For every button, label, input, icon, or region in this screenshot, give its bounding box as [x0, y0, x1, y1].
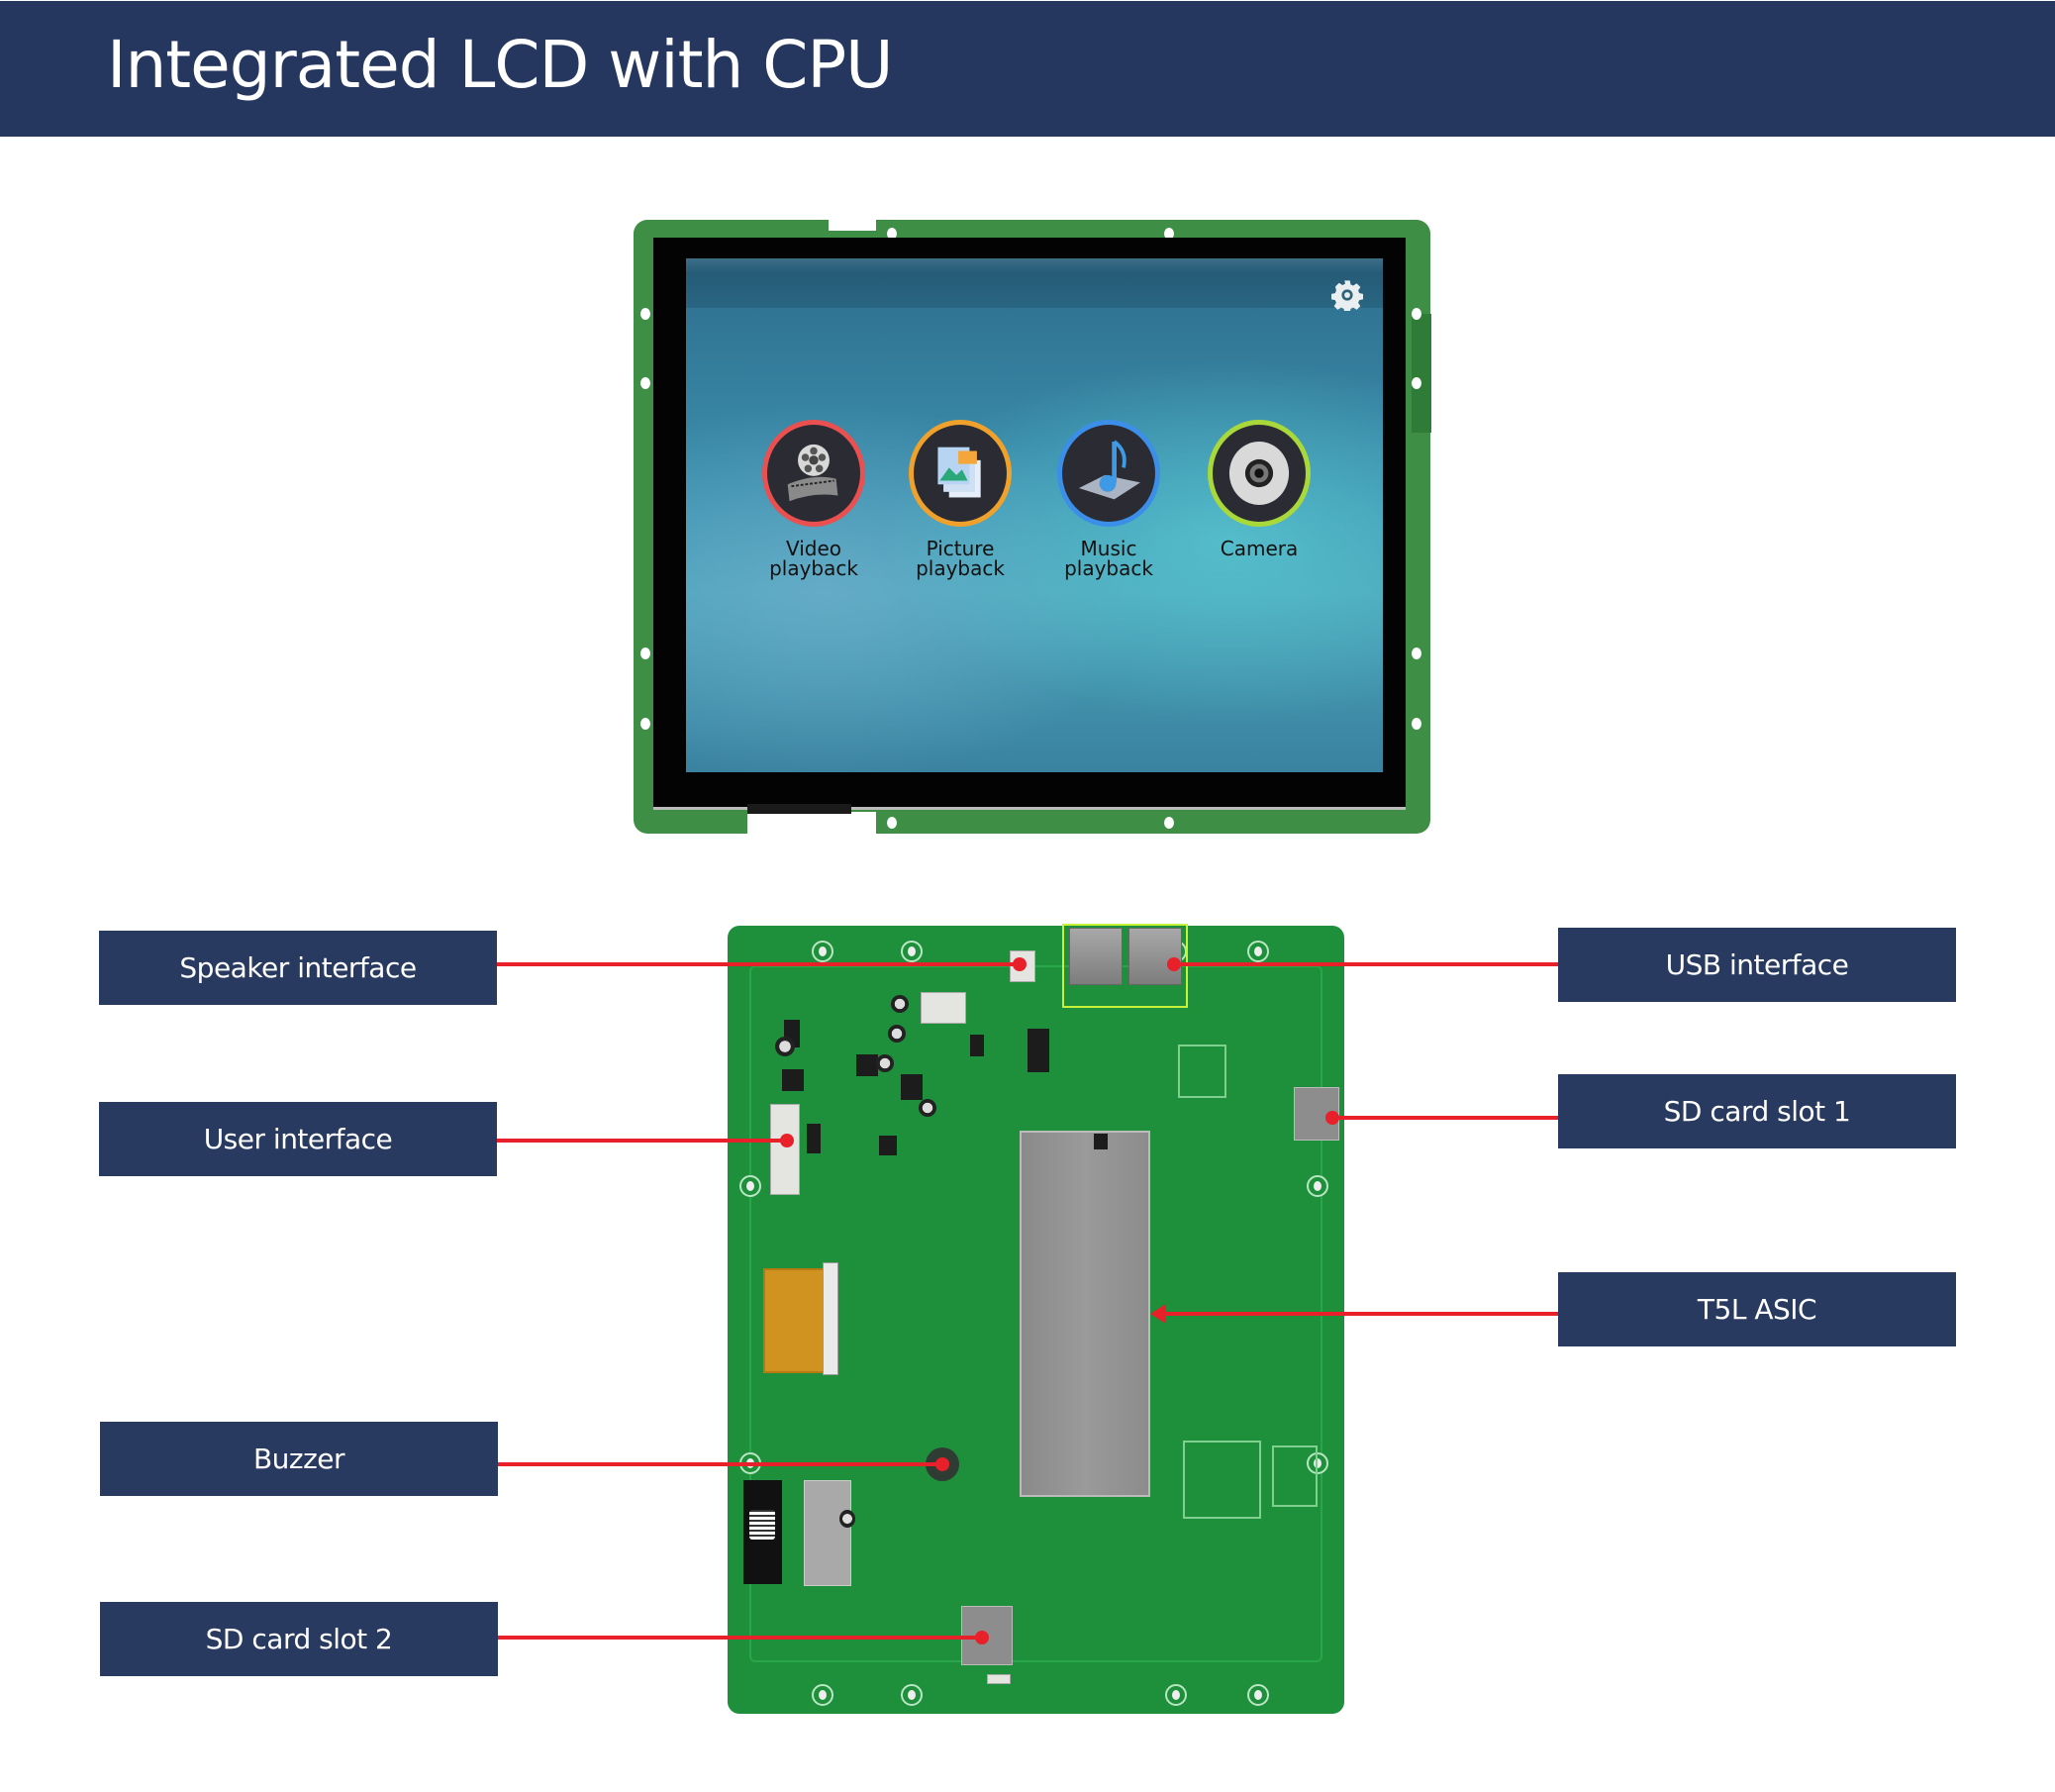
- capacitor: [891, 995, 909, 1013]
- mount-hole: [812, 941, 833, 962]
- app-video-playback[interactable]: Video playback: [739, 420, 888, 578]
- lcd-screen: Video playback Picture playback Music pl…: [686, 258, 1383, 772]
- mount-hole: [901, 941, 923, 962]
- callout-sd-card-slot-1: SD card slot 1: [1558, 1074, 1956, 1148]
- webcam-icon: [1208, 420, 1311, 527]
- pcb-notch: [633, 812, 746, 836]
- callout-sd-card-slot-2: SD card slot 2: [100, 1602, 498, 1676]
- smd-part: [987, 1674, 1011, 1684]
- lcd-front-view: Video playback Picture playback Music pl…: [633, 219, 1431, 836]
- pcb-notch: [829, 219, 876, 231]
- leader-line: [1164, 1312, 1558, 1316]
- inductor: [782, 1069, 804, 1091]
- app-picture-playback[interactable]: Picture playback: [886, 420, 1034, 578]
- callout-user-interface: User interface: [99, 1102, 497, 1176]
- arrow-head-icon: [1150, 1304, 1166, 1324]
- mount-hole: [640, 718, 650, 730]
- mount-hole: [887, 817, 897, 829]
- cable-connector: [921, 992, 966, 1024]
- mount-hole: [1412, 377, 1421, 389]
- app-camera[interactable]: Camera: [1185, 420, 1333, 558]
- leader-line: [1174, 962, 1558, 966]
- usb-port: [1069, 928, 1123, 985]
- app-label: Picture playback: [916, 537, 1005, 580]
- lcd-bezel: Video playback Picture playback Music pl…: [653, 238, 1406, 814]
- leader-line: [498, 1636, 982, 1640]
- header-banner: Integrated LCD with CPU: [0, 1, 2055, 137]
- ic-chip: [1028, 1029, 1049, 1072]
- inductor: [901, 1074, 923, 1100]
- ic-chip: [807, 1124, 821, 1153]
- silkscreen-box: [1272, 1445, 1318, 1507]
- usb-port: [1128, 928, 1182, 985]
- mount-hole: [640, 308, 650, 320]
- capacitor: [919, 1099, 936, 1117]
- ic-chip: [970, 1035, 984, 1056]
- mount-hole: [739, 1175, 761, 1197]
- leader-line: [497, 1139, 787, 1143]
- app-label: Video playback: [769, 537, 858, 580]
- page-title: Integrated LCD with CPU: [107, 27, 893, 103]
- mount-hole: [1247, 1684, 1269, 1706]
- capacitor: [876, 1054, 894, 1072]
- callout-speaker-interface: Speaker interface: [99, 931, 497, 1005]
- picture-icon: [909, 420, 1012, 527]
- mount-hole: [1165, 1684, 1187, 1706]
- leader-dot: [1167, 957, 1181, 971]
- mount-hole: [1412, 308, 1421, 320]
- leader-line: [1332, 1116, 1558, 1120]
- leader-line: [497, 962, 1020, 966]
- mount-hole: [901, 1684, 923, 1706]
- mount-hole: [1164, 817, 1174, 829]
- mount-hole: [812, 1684, 833, 1706]
- callout-buzzer: Buzzer: [100, 1422, 498, 1496]
- app-music-playback[interactable]: Music playback: [1034, 420, 1183, 578]
- pcb-notch: [747, 812, 876, 836]
- silkscreen-box: [1178, 1045, 1226, 1098]
- leader-dot: [780, 1134, 794, 1147]
- mount-hole: [1412, 647, 1421, 659]
- silkscreen-box: [1183, 1441, 1261, 1519]
- pcb-edge-step: [1412, 314, 1431, 433]
- fpc-shield: [804, 1480, 851, 1586]
- leader-dot: [935, 1457, 949, 1471]
- leader-dot: [975, 1631, 989, 1644]
- qr-label: [749, 1510, 775, 1540]
- mount-hole: [640, 377, 650, 389]
- music-note-icon: [1057, 420, 1160, 527]
- callout-t5l-asic: T5L ASIC: [1558, 1272, 1956, 1346]
- capacitor: [839, 1510, 855, 1528]
- pcb-back-view: [728, 924, 1344, 1714]
- status-bar: [686, 258, 1383, 308]
- capacitor: [888, 1025, 906, 1043]
- mount-hole: [1307, 1175, 1328, 1197]
- flex-cable: [763, 1268, 827, 1373]
- inductor: [856, 1054, 878, 1076]
- mount-hole: [640, 647, 650, 659]
- capacitor: [775, 1037, 795, 1056]
- fpc-tail: [747, 804, 851, 814]
- t5l-asic-shield: [1020, 1131, 1150, 1497]
- user-interface-connector: [770, 1104, 800, 1195]
- ic-chip: [879, 1136, 897, 1155]
- app-label: Music playback: [1064, 537, 1153, 580]
- push-button: [1094, 1134, 1108, 1149]
- leader-dot: [1013, 957, 1027, 971]
- gear-icon[interactable]: [1331, 279, 1363, 311]
- fpc-connector: [823, 1262, 838, 1375]
- mount-hole: [1412, 718, 1421, 730]
- leader-line: [498, 1462, 942, 1466]
- mount-hole: [1247, 941, 1269, 962]
- app-label: Camera: [1220, 537, 1299, 560]
- leader-dot: [1325, 1111, 1339, 1125]
- film-reel-icon: [762, 420, 865, 527]
- callout-usb-interface: USB interface: [1558, 928, 1956, 1002]
